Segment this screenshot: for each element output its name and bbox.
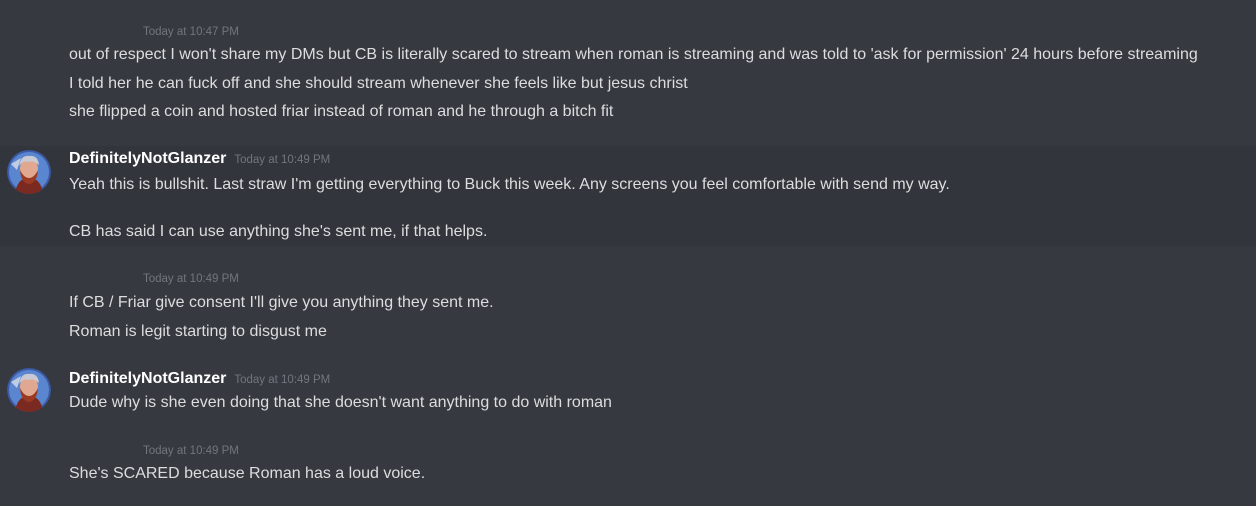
message-group: Today at 10:49 PM If CB / Friar give con… xyxy=(0,262,1256,352)
message-group: DefinitelyNotGlanzer Today at 10:49 PM D… xyxy=(0,366,1256,426)
message-text: Dude why is she even doing that she does… xyxy=(69,394,612,411)
message-text: She's SCARED because Roman has a loud vo… xyxy=(69,465,426,482)
message-timestamp: Today at 10:49 PM xyxy=(143,273,239,285)
message-timestamp: Today at 10:49 PM xyxy=(234,154,331,166)
message-group: Today at 10:49 PM She's SCARED because R… xyxy=(0,434,1256,504)
message-text: Yeah this is bullshit. Last straw I'm ge… xyxy=(69,176,950,193)
message-timestamp: Today at 10:49 PM xyxy=(143,445,239,457)
message-timestamp: Today at 10:49 PM xyxy=(234,374,331,386)
author-name[interactable]: DefinitelyNotGlanzer xyxy=(69,150,226,168)
message-text: Roman is legit starting to disgust me xyxy=(69,323,327,340)
message-header: DefinitelyNotGlanzer Today at 10:49 PM xyxy=(69,370,330,388)
message-text: out of respect I won't share my DMs but … xyxy=(69,46,1198,63)
message-text: she flipped a coin and hosted friar inst… xyxy=(69,103,614,120)
message-group: Today at 10:47 PM out of respect I won't… xyxy=(0,0,1256,138)
message-text: If CB / Friar give consent I'll give you… xyxy=(69,294,494,311)
message-header: DefinitelyNotGlanzer Today at 10:49 PM xyxy=(69,150,330,168)
message-group: DefinitelyNotGlanzer Today at 10:49 PM Y… xyxy=(0,146,1256,246)
user-avatar-icon[interactable] xyxy=(7,368,51,412)
chat-messages: Today at 10:47 PM out of respect I won't… xyxy=(0,0,1256,506)
message-text: CB has said I can use anything she's sen… xyxy=(69,223,488,240)
message-text: I told her he can fuck off and she shoul… xyxy=(69,75,688,92)
message-timestamp: Today at 10:47 PM xyxy=(143,26,239,38)
author-name[interactable]: DefinitelyNotGlanzer xyxy=(69,370,226,388)
user-avatar-icon[interactable] xyxy=(7,150,51,194)
